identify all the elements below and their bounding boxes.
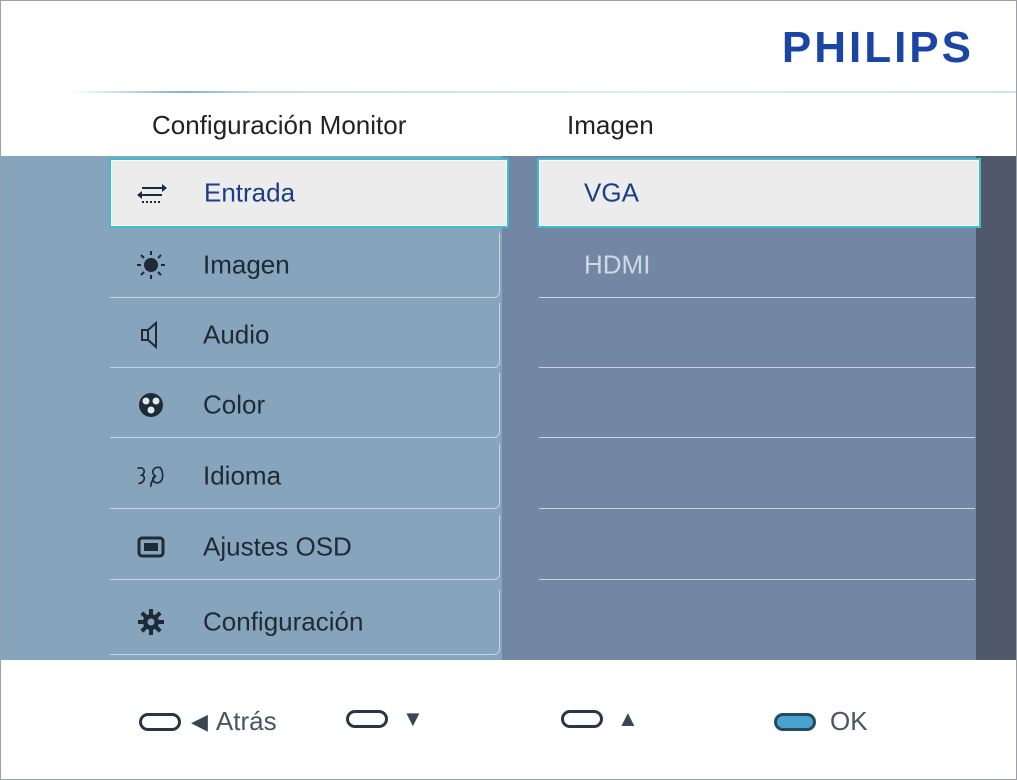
submenu-row-empty	[539, 373, 975, 438]
osd-screen-icon	[135, 531, 167, 563]
language-speech-icon	[135, 460, 167, 492]
up-control[interactable]: ▲	[561, 706, 639, 732]
menu-item-label: Ajustes OSD	[203, 531, 352, 562]
menu-item-idioma[interactable]: Idioma	[110, 444, 500, 509]
ok-label: OK	[830, 706, 868, 736]
submenu-row-empty	[539, 303, 975, 368]
left-arrow-icon: ◀	[191, 708, 208, 734]
menu-item-audio[interactable]: Audio	[110, 303, 500, 368]
menu-item-label: Audio	[203, 319, 270, 350]
menu-item-imagen[interactable]: Imagen	[110, 233, 500, 298]
menu-item-color[interactable]: Color	[110, 373, 500, 438]
up-button-icon	[561, 710, 603, 728]
submenu-edge	[976, 156, 1016, 660]
brightness-sun-icon	[135, 249, 167, 281]
menu-item-configuracion[interactable]: Configuración	[110, 590, 500, 655]
brand-logo: PHILIPS	[781, 23, 974, 72]
gear-icon	[135, 606, 167, 638]
input-arrows-icon	[136, 177, 168, 209]
submenu-item-label: HDMI	[584, 249, 651, 280]
menu-item-ajustes-osd[interactable]: Ajustes OSD	[110, 515, 500, 580]
speaker-icon	[135, 319, 167, 351]
back-button-icon	[139, 712, 181, 731]
submenu-item-hdmi[interactable]: HDMI	[539, 233, 975, 298]
down-control[interactable]: ▼	[346, 706, 424, 732]
submenu-row-empty	[539, 444, 975, 509]
menu-item-label: Color	[203, 389, 266, 420]
header-divider	[71, 91, 1016, 93]
submenu-row-empty	[539, 515, 975, 580]
menu-item-label: Entrada	[204, 177, 296, 208]
menu-item-label: Idioma	[203, 460, 282, 491]
color-palette-icon	[135, 389, 167, 421]
menu-item-label: Configuración	[203, 606, 364, 637]
down-button-icon	[346, 710, 388, 728]
submenu-item-vga[interactable]: VGA	[537, 158, 981, 228]
osd-frame: PHILIPS Configuración Monitor Imagen Ent…	[0, 0, 1017, 780]
menu-column-title: Configuración Monitor	[152, 110, 407, 140]
submenu-column-title: Imagen	[567, 110, 654, 140]
ok-control[interactable]: OK	[774, 706, 868, 737]
submenu-item-label: VGA	[584, 177, 639, 208]
down-arrow-icon: ▼	[402, 706, 424, 731]
back-label: Atrás	[215, 706, 277, 736]
menu-item-label: Imagen	[203, 249, 290, 280]
menu-item-entrada[interactable]: Entrada	[109, 158, 509, 228]
back-control[interactable]: ◀ Atrás	[139, 706, 277, 737]
ok-button-icon	[774, 712, 816, 731]
up-arrow-icon: ▲	[617, 706, 639, 731]
